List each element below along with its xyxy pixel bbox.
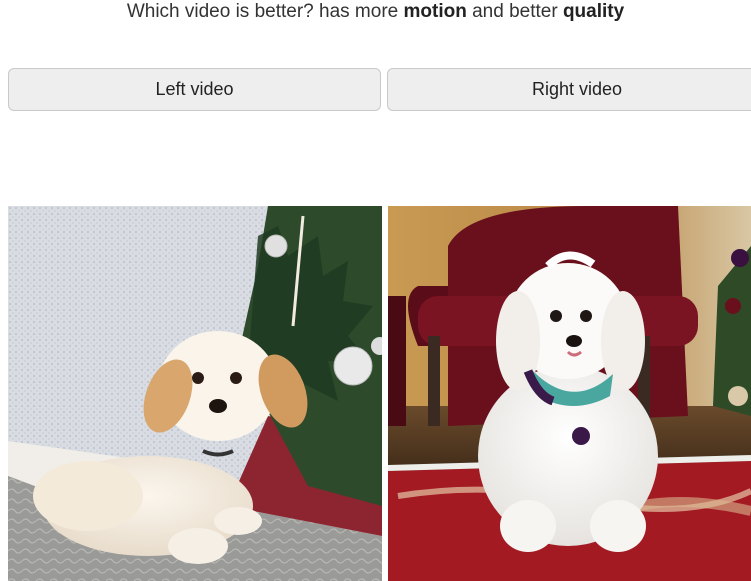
question-prefix: Which video is better? has more [126, 1, 404, 22]
comparison-page: Which video is better? has more motion a… [0, 0, 751, 581]
right-video-frame [388, 206, 751, 581]
question-middle: and better [466, 1, 563, 22]
right-video-button[interactable]: Right video [387, 68, 751, 111]
left-video-button-label: Left video [155, 79, 234, 99]
question-text: Which video is better? has more motion a… [0, 0, 751, 26]
right-video-button-label: Right video [531, 79, 623, 99]
right-video[interactable] [388, 206, 751, 581]
left-video-button[interactable]: Left video [8, 68, 381, 111]
left-video-frame [8, 206, 382, 581]
left-video[interactable] [8, 206, 382, 581]
question-term-motion: motion [403, 1, 467, 22]
question-term-quality: quality [562, 1, 625, 22]
